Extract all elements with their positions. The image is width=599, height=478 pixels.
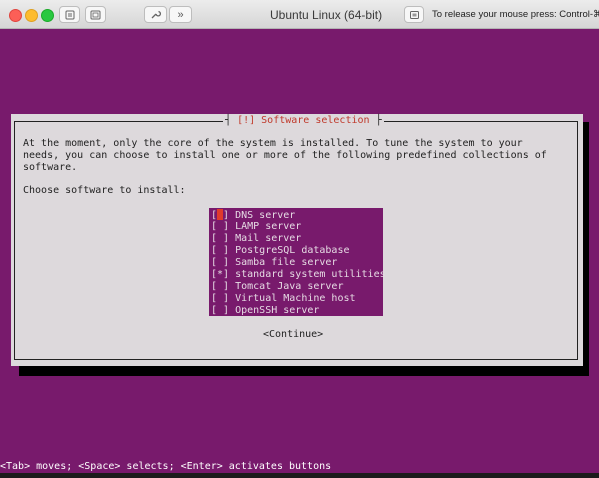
choose-software-label: Choose software to install: xyxy=(23,185,186,196)
focus-cursor xyxy=(217,209,224,220)
checkbox[interactable]: [ ] xyxy=(211,257,229,268)
settings-button[interactable] xyxy=(144,6,167,23)
checkbox[interactable]: [] xyxy=(211,209,229,221)
zoom-window-button[interactable] xyxy=(41,9,54,22)
dialog-title: ┤ [!] Software selection ├ xyxy=(223,114,384,128)
checkbox[interactable]: [ ] xyxy=(211,305,229,316)
software-item-label: Mail server xyxy=(235,233,302,244)
description-line: At the moment, only the core of the syst… xyxy=(23,138,523,149)
dialog-title-text: Software selection xyxy=(261,115,370,126)
software-item-tomcat[interactable]: [ ] Tomcat Java server xyxy=(211,281,343,293)
release-mouse-hint: To release your mouse press: Control-⌘ xyxy=(432,9,599,20)
dialog-title-prefix: [!] xyxy=(237,115,256,126)
software-item-label: PostgreSQL database xyxy=(235,245,350,256)
software-item-label: Tomcat Java server xyxy=(235,281,344,292)
double-chevron-icon: » xyxy=(177,8,184,21)
status-line: <Tab> moves; <Space> selects; <Enter> ac… xyxy=(0,461,332,472)
description-line: software. xyxy=(23,162,78,173)
software-item-label: DNS server xyxy=(235,210,296,221)
software-item-dns[interactable]: [] DNS server xyxy=(211,209,295,221)
checkbox[interactable]: [ ] xyxy=(211,281,229,292)
software-selection-dialog: ┤ [!] Software selection ├ At the moment… xyxy=(11,114,583,366)
software-list: [] DNS server [ ] LAMP server [ ] Mail s… xyxy=(209,208,386,317)
snapshot-button[interactable] xyxy=(85,6,106,23)
software-item-mail[interactable]: [ ] Mail server xyxy=(211,233,301,245)
software-item-standard-utilities[interactable]: [*] standard system utilities xyxy=(211,269,386,281)
minimize-window-button[interactable] xyxy=(25,9,38,22)
checkbox[interactable]: [ ] xyxy=(211,233,229,244)
dialog-description: At the moment, only the core of the syst… xyxy=(23,138,547,174)
window-title: Ubuntu Linux (64-bit) xyxy=(270,8,383,22)
software-item-label: Samba file server xyxy=(235,257,338,268)
release-mouse-button[interactable] xyxy=(404,6,424,23)
software-item-lamp[interactable]: [ ] LAMP server xyxy=(211,221,301,233)
software-item-samba[interactable]: [ ] Samba file server xyxy=(211,257,337,269)
pause-icon xyxy=(65,10,74,19)
description-line: needs, you can choose to install one or … xyxy=(23,150,547,161)
pause-button[interactable] xyxy=(59,6,80,23)
software-item-openssh[interactable]: [ ] OpenSSH server xyxy=(211,305,319,317)
software-item-label: LAMP server xyxy=(235,221,302,232)
software-item-label: standard system utilities xyxy=(235,269,386,280)
checkbox[interactable]: [*] xyxy=(211,269,229,280)
software-item-label: OpenSSH server xyxy=(235,305,320,316)
status-strip xyxy=(0,473,599,478)
close-window-button[interactable] xyxy=(9,9,22,22)
software-item-postgresql[interactable]: [ ] PostgreSQL database xyxy=(211,245,349,257)
more-button[interactable]: » xyxy=(169,6,192,23)
snapshot-icon xyxy=(90,10,101,19)
window-titlebar: » Ubuntu Linux (64-bit) To release your … xyxy=(0,0,599,29)
continue-button[interactable]: <Continue> xyxy=(263,329,323,341)
software-item-vm-host[interactable]: [ ] Virtual Machine host xyxy=(211,293,356,305)
checkbox[interactable]: [ ] xyxy=(211,293,229,304)
window-capture-icon xyxy=(409,10,419,19)
wrench-icon xyxy=(151,10,161,19)
checkbox[interactable]: [ ] xyxy=(211,245,229,256)
checkbox[interactable]: [ ] xyxy=(211,221,229,232)
software-item-label: Virtual Machine host xyxy=(235,293,356,304)
